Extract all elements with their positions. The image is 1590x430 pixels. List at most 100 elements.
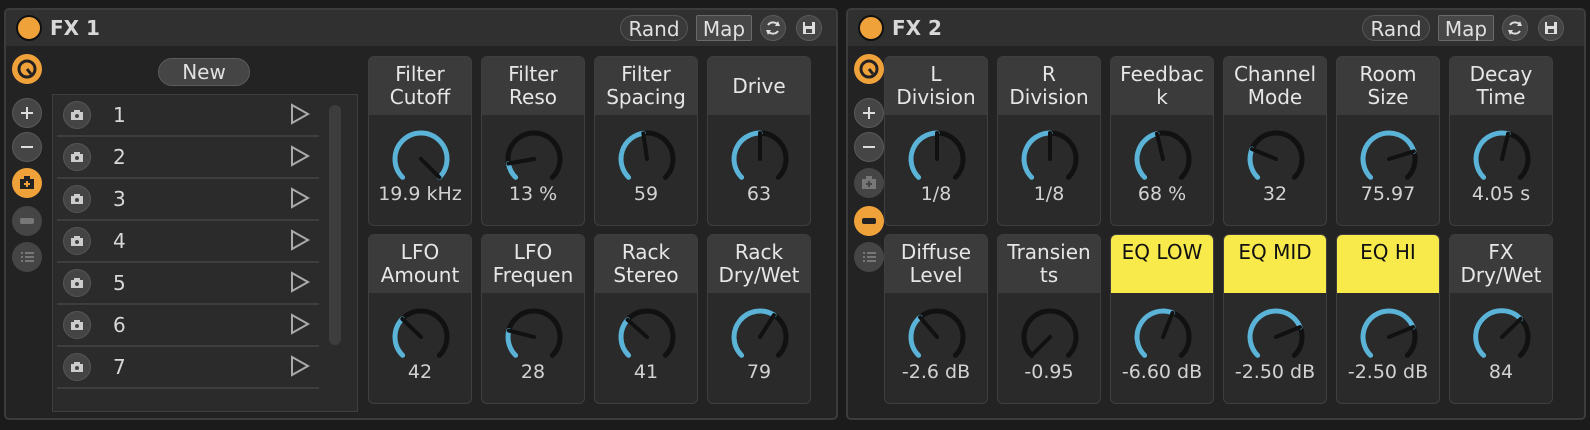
macro-knob[interactable]	[391, 129, 451, 189]
new-variation-button[interactable]: New	[158, 58, 250, 86]
macro-knob[interactable]	[617, 307, 677, 367]
macro-knob-cell[interactable]: Rack Stereo 41	[594, 234, 698, 404]
play-icon[interactable]	[289, 145, 311, 171]
macro-knob[interactable]	[730, 307, 790, 367]
macro-knob-cell[interactable]: Channel Mode 32	[1223, 56, 1327, 226]
camera-icon[interactable]	[63, 311, 91, 339]
add-macro-icon[interactable]	[12, 98, 42, 128]
knob-value-arc	[618, 317, 632, 358]
macro-knob-cell[interactable]: Diffuse Level -2.6 dB	[884, 234, 988, 404]
power-button[interactable]	[16, 15, 42, 41]
macro-knob-cell[interactable]: Transien ts -0.95	[997, 234, 1101, 404]
add-macro-icon[interactable]	[854, 98, 884, 128]
refresh-icon[interactable]	[760, 15, 786, 41]
macro-knob-cell[interactable]: Room Size 75.97	[1336, 56, 1440, 226]
remove-macro-icon[interactable]	[12, 132, 42, 162]
remove-macro-icon[interactable]	[854, 132, 884, 162]
macro-knob[interactable]	[1472, 129, 1532, 189]
play-icon[interactable]	[289, 355, 311, 381]
map-button[interactable]: Map	[696, 15, 752, 41]
macro-knob[interactable]	[1020, 307, 1080, 367]
variation-row[interactable]: 3	[57, 179, 319, 221]
play-icon[interactable]	[289, 103, 311, 129]
macro-knob[interactable]	[504, 307, 564, 367]
macro-knob-cell[interactable]: Feedbac k 68 %	[1110, 56, 1214, 226]
macro-knob-cell[interactable]: Filter Cutoff 19.9 kHz	[368, 56, 472, 226]
macro-knob[interactable]	[617, 129, 677, 189]
variations-camera-icon[interactable]	[12, 168, 42, 198]
macro-knob[interactable]	[1133, 129, 1193, 189]
macro-label: Diffuse Level	[885, 235, 987, 293]
macro-view-icon[interactable]	[12, 54, 42, 84]
camera-icon[interactable]	[63, 101, 91, 129]
macro-knob[interactable]	[391, 307, 451, 367]
knob-value-arc	[1247, 146, 1261, 180]
macro-label: Filter Spacing	[595, 57, 697, 115]
macro-knob-cell[interactable]: Filter Reso 13 %	[481, 56, 585, 226]
rand-button[interactable]: Rand	[1362, 15, 1430, 41]
rand-button[interactable]: Rand	[620, 15, 688, 41]
map-button[interactable]: Map	[1438, 15, 1494, 41]
randomize-icon[interactable]	[854, 206, 884, 236]
randomize-icon[interactable]	[12, 206, 42, 236]
camera-icon[interactable]	[63, 143, 91, 171]
macro-knob-cell[interactable]: EQ HI -2.50 dB	[1336, 234, 1440, 404]
macro-value: 79	[746, 361, 772, 383]
camera-icon[interactable]	[63, 227, 91, 255]
knob-value-arc	[1247, 308, 1303, 358]
macro-knob-cell[interactable]: FX Dry/Wet 84	[1449, 234, 1553, 404]
macro-knob-cell[interactable]: Rack Dry/Wet 79	[707, 234, 811, 404]
macro-value: 63	[746, 183, 772, 205]
knob-value-arc	[1134, 131, 1160, 180]
macro-knob-cell[interactable]: LFO Frequen 28	[481, 234, 585, 404]
variation-list: 1 2 3 4 5 6 7	[52, 94, 358, 412]
macro-knob[interactable]	[1020, 129, 1080, 189]
save-icon[interactable]	[1538, 15, 1564, 41]
macro-knob-cell[interactable]: EQ LOW -6.60 dB	[1110, 234, 1214, 404]
variation-scrollbar[interactable]	[329, 105, 341, 345]
macro-knob[interactable]	[504, 129, 564, 189]
macro-knob-cell[interactable]: Filter Spacing 59	[594, 56, 698, 226]
power-button[interactable]	[858, 15, 884, 41]
macro-knob-cell[interactable]: R Division 1/8	[997, 56, 1101, 226]
macro-view-icon[interactable]	[854, 54, 884, 84]
chain-list-icon[interactable]	[854, 242, 884, 272]
rack-fx2: FX 2 Rand Map L Division 1/8 R Division 1/8…	[846, 8, 1586, 420]
camera-icon[interactable]	[63, 353, 91, 381]
knob-needle	[1029, 335, 1052, 358]
knob-value-arc	[731, 308, 777, 358]
play-icon[interactable]	[289, 187, 311, 213]
refresh-icon[interactable]	[1502, 15, 1528, 41]
knob-value-arc	[392, 316, 406, 358]
variations-camera-icon[interactable]	[854, 168, 884, 198]
variation-row[interactable]: 2	[57, 137, 319, 179]
variation-row[interactable]: 1	[57, 95, 319, 137]
macro-knob-cell[interactable]: LFO Amount 42	[368, 234, 472, 404]
macro-knob[interactable]	[1472, 307, 1532, 367]
macro-knob-cell[interactable]: L Division 1/8	[884, 56, 988, 226]
variation-row[interactable]: 4	[57, 221, 319, 263]
play-icon[interactable]	[289, 271, 311, 297]
macro-knob[interactable]	[1133, 307, 1193, 367]
macro-knob-cell[interactable]: EQ MID -2.50 dB	[1223, 234, 1327, 404]
variation-row[interactable]: 6	[57, 305, 319, 347]
play-icon[interactable]	[289, 313, 311, 339]
macro-knob[interactable]	[1359, 307, 1419, 367]
macro-knob-cell[interactable]: Decay Time 4.05 s	[1449, 56, 1553, 226]
macro-knob[interactable]	[907, 307, 967, 367]
camera-icon[interactable]	[63, 185, 91, 213]
macro-knob[interactable]	[1246, 307, 1306, 367]
macro-knob[interactable]	[730, 129, 790, 189]
macro-knob[interactable]	[1246, 129, 1306, 189]
play-icon[interactable]	[289, 229, 311, 255]
macro-knob[interactable]	[1359, 129, 1419, 189]
macro-knob-cell[interactable]: Drive 63	[707, 56, 811, 226]
save-icon[interactable]	[796, 15, 822, 41]
macro-label: Filter Reso	[482, 57, 584, 115]
chain-list-icon[interactable]	[12, 242, 42, 272]
macro-value: 1/8	[1033, 183, 1065, 205]
macro-knob[interactable]	[907, 129, 967, 189]
camera-icon[interactable]	[63, 269, 91, 297]
variation-row[interactable]: 5	[57, 263, 319, 305]
variation-row[interactable]: 7	[57, 347, 319, 389]
